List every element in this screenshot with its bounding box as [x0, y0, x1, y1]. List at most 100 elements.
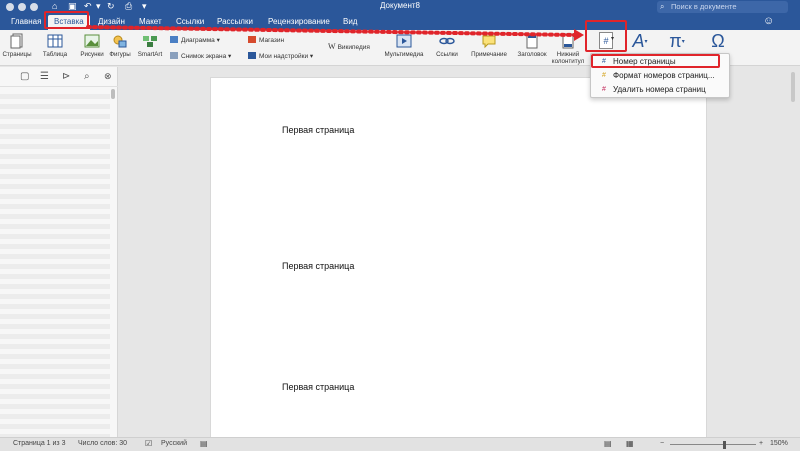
- screenshot-label: Снимок экрана: [181, 53, 227, 60]
- document-line-3[interactable]: Первая страница: [282, 382, 354, 392]
- menu-item-format-page-numbers[interactable]: # Формат номеров страниц...: [591, 70, 729, 82]
- shapes-icon: [113, 35, 127, 48]
- search-nav-icon[interactable]: ⌕: [84, 71, 90, 82]
- comment-icon: [482, 35, 496, 49]
- zoom-out-button[interactable]: −: [660, 440, 664, 447]
- equation-dropdown-icon: ▾: [681, 39, 685, 45]
- tab-review[interactable]: Рецензирование: [268, 17, 330, 26]
- status-bar: Страница 1 из 3 Число слов: 30 ☑ Русский…: [0, 437, 800, 451]
- textbox-icon: A: [632, 31, 645, 51]
- pages-label: Страницы: [2, 51, 32, 58]
- language[interactable]: Русский: [161, 440, 187, 447]
- proofing-icon[interactable]: ☑: [145, 439, 152, 448]
- wikipedia-button[interactable]: W Википедия: [328, 42, 370, 51]
- links-button[interactable]: Ссылки: [433, 33, 461, 58]
- word-count[interactable]: Число слов: 30: [78, 440, 127, 447]
- format-page-numbers-icon: #: [602, 72, 606, 79]
- textbox-dropdown-icon: ▾: [644, 39, 648, 45]
- tab-layout[interactable]: Макет: [139, 17, 162, 26]
- smartart-button[interactable]: SmartArt: [135, 33, 165, 58]
- symbol-icon: Ω: [711, 31, 725, 51]
- links-label: Ссылки: [436, 51, 458, 58]
- wikipedia-icon: W: [328, 42, 336, 51]
- search-icon: ⌕: [660, 2, 665, 11]
- symbol-button[interactable]: Ω: [705, 31, 731, 51]
- equation-button[interactable]: π▾: [664, 31, 690, 52]
- web-layout-icon[interactable]: ▦: [626, 439, 634, 448]
- my-addins-button[interactable]: Мои надстройки ▾: [248, 52, 313, 60]
- comment-button[interactable]: Примечание: [470, 33, 508, 58]
- equation-icon: π: [669, 31, 682, 51]
- menu-item-highlight: [591, 54, 720, 68]
- tab-references[interactable]: Ссылки: [176, 17, 204, 26]
- zoom-level[interactable]: 150%: [770, 440, 788, 447]
- ribbon-tabs: Главная Вставка Дизайн Макет Ссылки Расс…: [0, 14, 800, 30]
- tab-view[interactable]: Вид: [343, 17, 357, 26]
- document-scrollbar[interactable]: [791, 72, 795, 102]
- title-bar: ⌂ ▣ ↶ ▾ ↻ ⎙ ▾ Документ8 ⌕ Поиск в докуме…: [0, 0, 800, 14]
- shapes-button[interactable]: Фигуры: [107, 33, 133, 58]
- zoom-slider-knob[interactable]: [723, 441, 726, 449]
- thumbnails-icon[interactable]: ▢: [20, 71, 29, 82]
- remove-page-numbers-icon: #: [602, 86, 606, 93]
- menu-item-format-label: Формат номеров страниц...: [613, 71, 715, 80]
- search-placeholder: Поиск в документе: [671, 2, 737, 11]
- diagram-button[interactable]: Диаграмма ▾: [170, 36, 220, 44]
- store-button[interactable]: Магазин: [248, 36, 284, 44]
- diagram-label: Диаграмма: [181, 37, 215, 44]
- addins-icon: [248, 52, 256, 59]
- outline-icon[interactable]: ☰: [40, 71, 49, 82]
- feedback-smiley-icon[interactable]: ☺: [763, 15, 774, 27]
- table-label: Таблица: [42, 51, 68, 58]
- pictures-icon: [84, 34, 100, 48]
- pictures-button[interactable]: Рисунки: [78, 33, 106, 58]
- insert-tab-highlight: [44, 11, 89, 29]
- table-button[interactable]: Таблица: [40, 33, 70, 58]
- menu-item-remove-page-numbers[interactable]: # Удалить номера страниц: [591, 84, 729, 96]
- menu-item-remove-label: Удалить номера страниц: [613, 85, 706, 94]
- document-line-2[interactable]: Первая страница: [282, 261, 354, 271]
- tab-design[interactable]: Дизайн: [98, 17, 125, 26]
- media-button[interactable]: Мультимедиа: [383, 33, 425, 58]
- header-button[interactable]: Заголовок: [514, 33, 550, 58]
- page-number-highlight: [585, 20, 627, 52]
- header-icon: [526, 33, 538, 49]
- link-icon: [439, 37, 455, 45]
- footer-label-line1: Нижний: [556, 51, 580, 58]
- search-input[interactable]: ⌕ Поиск в документе: [657, 1, 788, 13]
- store-label: Магазин: [259, 37, 285, 44]
- smartart-icon: [143, 36, 157, 47]
- footer-button[interactable]: Нижний колонтитул: [551, 33, 585, 65]
- footer-icon: [562, 33, 574, 49]
- navigation-pane: ▢ ☰ ⊳ ⌕ ⊗: [0, 67, 118, 437]
- smartart-label: SmartArt: [137, 51, 163, 58]
- zoom-in-button[interactable]: +: [759, 440, 763, 447]
- tab-mailings[interactable]: Рассылки: [217, 17, 253, 26]
- header-label: Заголовок: [517, 51, 547, 58]
- pages-button[interactable]: Страницы: [2, 33, 32, 58]
- shapes-label: Фигуры: [109, 51, 131, 58]
- media-label: Мультимедиа: [384, 51, 424, 58]
- store-icon: [248, 36, 256, 43]
- print-layout-icon[interactable]: ▤: [604, 439, 612, 448]
- page-count[interactable]: Страница 1 из 3: [13, 440, 65, 447]
- media-icon: [396, 34, 412, 48]
- zoom-slider-track[interactable]: [670, 444, 756, 445]
- comment-label: Примечание: [471, 51, 507, 58]
- filter-icon[interactable]: ⊳: [62, 71, 70, 82]
- document-line-1[interactable]: Первая страница: [282, 125, 354, 135]
- table-icon: [47, 34, 63, 48]
- close-pane-icon[interactable]: ⊗: [104, 71, 112, 82]
- navigation-content: [0, 89, 110, 437]
- my-addins-label: Мои надстройки: [259, 53, 309, 60]
- navigation-scrollbar[interactable]: [111, 89, 115, 99]
- tab-home[interactable]: Главная: [11, 17, 41, 26]
- screenshot-button[interactable]: Снимок экрана ▾: [170, 52, 231, 60]
- textbox-button[interactable]: A▾: [628, 31, 652, 52]
- navigation-pane-header: ▢ ☰ ⊳ ⌕ ⊗: [0, 67, 118, 87]
- footer-label-line2: колонтитул: [551, 58, 585, 65]
- pages-icon: [10, 33, 23, 49]
- wikipedia-label: Википедия: [337, 44, 370, 51]
- chart-icon: [170, 36, 178, 43]
- macro-icon[interactable]: ▤: [200, 439, 208, 448]
